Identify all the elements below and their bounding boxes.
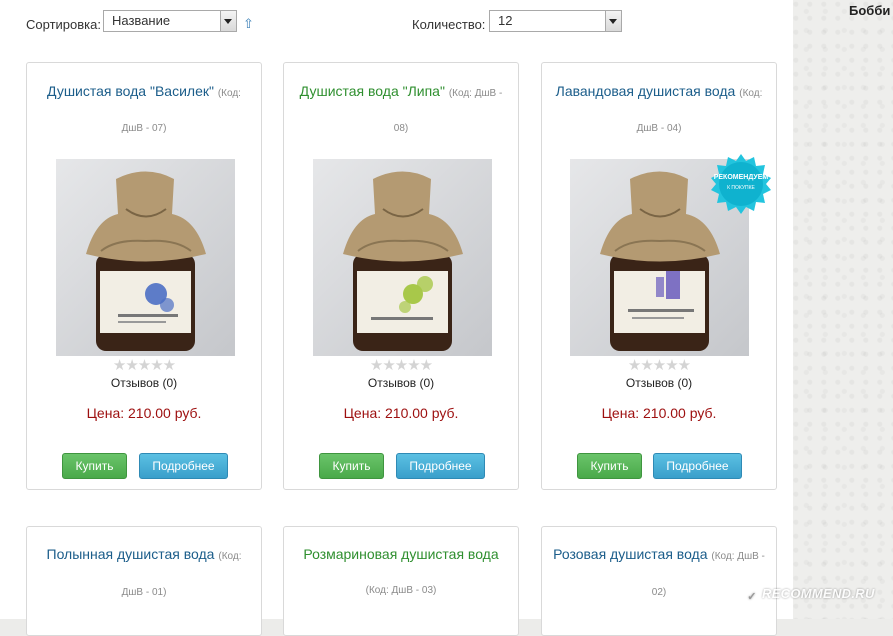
product-code-continued: (Код: ДшВ - 03) <box>365 585 437 596</box>
product-code-continued: ДшВ - 04) <box>636 123 682 134</box>
product-card: Полынная душистая вода (Код: ДшВ - 01) <box>26 526 262 636</box>
quantity-select[interactable]: 12 <box>489 10 622 32</box>
sort-select[interactable]: Название <box>103 10 237 32</box>
product-name-link[interactable]: Лавандовая душистая вода <box>556 83 736 99</box>
product-title: Душистая вода "Липа" (Код: ДшВ - <box>284 82 518 101</box>
sort-direction-icon[interactable]: ⇧ <box>243 17 255 31</box>
product-card: Розовая душистая вода (Код: ДшВ - 02) <box>541 526 777 636</box>
buy-button[interactable]: Купить <box>319 453 384 479</box>
product-image[interactable] <box>313 159 492 356</box>
product-code: (Код: <box>739 88 763 99</box>
starburst-icon <box>711 154 771 214</box>
details-button[interactable]: Подробнее <box>396 453 485 479</box>
product-code-continued: ДшВ - 07) <box>121 123 167 134</box>
product-price: Цена: 210.00 руб. <box>343 405 459 421</box>
quantity-select-value: 12 <box>498 13 513 28</box>
product-code: (Код: <box>217 88 241 99</box>
sort-label: Сортировка: <box>26 17 101 32</box>
reviews-link[interactable]: Отзывов (0) <box>26 376 262 390</box>
product-title: Душистая вода "Василек" (Код: <box>27 82 261 101</box>
product-code-continued: ДшВ - 01) <box>121 587 167 598</box>
user-name[interactable]: Бобби <box>849 3 890 18</box>
watermark-icon: ✓ <box>744 589 760 605</box>
quantity-label: Количество: <box>412 17 486 32</box>
product-title: Полынная душистая вода (Код: <box>27 545 261 564</box>
buy-button[interactable]: Купить <box>62 453 127 479</box>
product-name-link[interactable]: Розмариновая душистая вода <box>303 546 498 562</box>
product-code: (Код: ДшВ - <box>711 551 765 562</box>
watermark: ✓ RECOMMEND.RU <box>744 586 875 605</box>
product-code: (Код: ДшВ - <box>448 88 503 99</box>
product-code: (Код: <box>218 551 242 562</box>
main-content: Сортировка: Название ⇧ Количество: 12 Ду… <box>0 0 793 636</box>
details-button[interactable]: Подробнее <box>653 453 742 479</box>
product-title: Розмариновая душистая вода <box>284 545 518 564</box>
chevron-down-icon <box>220 11 236 31</box>
badge-text: РЕКОМЕНДУЕМ <box>713 174 769 181</box>
watermark-text: RECOMMEND.RU <box>762 586 875 601</box>
reviews-link[interactable]: Отзывов (0) <box>283 376 519 390</box>
rating-stars[interactable]: ★★★★★ <box>283 358 519 373</box>
product-name-link[interactable]: Душистая вода "Василек" <box>47 83 214 99</box>
jar-illustration <box>343 171 463 351</box>
product-price: Цена: 210.00 руб. <box>86 405 202 421</box>
product-card: Розмариновая душистая вода (Код: ДшВ - 0… <box>283 526 519 636</box>
jar-illustration <box>86 171 206 351</box>
rating-stars[interactable]: ★★★★★ <box>26 358 262 373</box>
product-code-continued: 02) <box>651 587 667 598</box>
product-price: Цена: 210.00 руб. <box>601 405 717 421</box>
reviews-link[interactable]: Отзывов (0) <box>541 376 777 390</box>
product-title: Розовая душистая вода (Код: ДшВ - <box>542 545 776 564</box>
product-code-continued: 08) <box>393 123 409 134</box>
page-background <box>793 0 893 619</box>
badge-subtext: К ПОКУПКЕ <box>727 185 755 191</box>
details-button[interactable]: Подробнее <box>139 453 228 479</box>
product-image[interactable] <box>56 159 235 356</box>
rating-stars[interactable]: ★★★★★ <box>541 358 777 373</box>
product-name-link[interactable]: Душистая вода "Липа" <box>300 83 445 99</box>
product-name-link[interactable]: Розовая душистая вода <box>553 546 707 562</box>
sort-select-value: Название <box>112 13 171 28</box>
chevron-down-icon <box>605 11 621 31</box>
recommended-badge: РЕКОМЕНДУЕМ К ПОКУПКЕ <box>710 153 772 215</box>
buy-button[interactable]: Купить <box>577 453 642 479</box>
product-name-link[interactable]: Полынная душистая вода <box>47 546 215 562</box>
product-title: Лавандовая душистая вода (Код: <box>542 82 776 101</box>
